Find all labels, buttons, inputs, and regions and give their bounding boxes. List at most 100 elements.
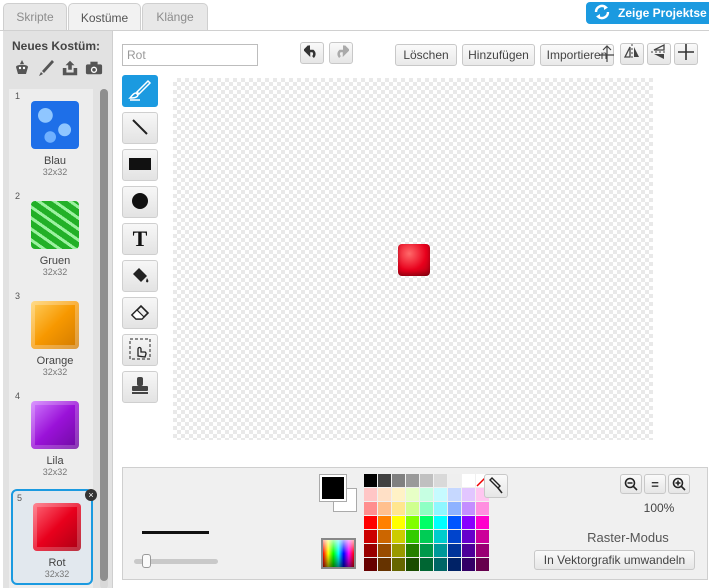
rectangle-tool[interactable] (122, 149, 158, 181)
convert-to-vector-button[interactable]: In Vektorgrafik umwandeln (534, 550, 695, 570)
scrollbar-thumb[interactable] (100, 89, 108, 581)
color-swatch[interactable] (406, 558, 419, 571)
color-swatch[interactable] (448, 558, 461, 571)
color-swatch[interactable] (420, 502, 433, 515)
upload-icon[interactable] (61, 59, 79, 77)
zoom-out-button[interactable] (620, 474, 642, 494)
color-swatch[interactable] (462, 558, 475, 571)
costume-item-lila[interactable]: 4 Lila 32x32 (11, 389, 93, 485)
color-swatch[interactable] (420, 544, 433, 557)
color-swatch[interactable] (434, 474, 447, 487)
color-swatch[interactable] (392, 516, 405, 529)
color-swatch[interactable] (392, 530, 405, 543)
fill-tool[interactable] (122, 260, 158, 292)
color-swatch[interactable] (476, 558, 489, 571)
costume-list-scrollbar[interactable] (100, 89, 108, 588)
stamp-tool[interactable] (122, 371, 158, 403)
ellipse-tool[interactable] (122, 186, 158, 218)
color-swatch[interactable] (434, 530, 447, 543)
color-swatch[interactable] (406, 474, 419, 487)
color-swatch[interactable] (448, 516, 461, 529)
color-swatch[interactable] (406, 488, 419, 501)
line-tool[interactable] (122, 112, 158, 144)
color-swatch[interactable] (406, 502, 419, 515)
color-swatch[interactable] (392, 488, 405, 501)
line-width-slider-handle[interactable] (142, 554, 151, 568)
color-swatch[interactable] (364, 516, 377, 529)
paint-canvas[interactable] (173, 78, 653, 440)
color-swatch[interactable] (364, 558, 377, 571)
color-swatch[interactable] (462, 544, 475, 557)
color-swatch[interactable] (364, 530, 377, 543)
color-swatch[interactable] (448, 488, 461, 501)
color-swatch[interactable] (448, 530, 461, 543)
color-swatch[interactable] (378, 516, 391, 529)
color-swatch[interactable] (406, 516, 419, 529)
color-swatch[interactable] (406, 530, 419, 543)
color-swatch[interactable] (406, 544, 419, 557)
color-swatch[interactable] (364, 488, 377, 501)
delete-costume-button[interactable]: × (85, 489, 97, 501)
tab-sounds[interactable]: Klänge (142, 3, 208, 30)
color-swatch[interactable] (448, 474, 461, 487)
color-swatch[interactable] (448, 502, 461, 515)
costume-item-blau[interactable]: 1 Blau 32x32 (11, 89, 93, 185)
color-swatch[interactable] (378, 544, 391, 557)
eyedropper-button[interactable] (484, 474, 508, 498)
color-swatch[interactable] (462, 516, 475, 529)
paintbrush-tool[interactable] (122, 75, 158, 107)
color-swatch[interactable] (462, 502, 475, 515)
flip-vertical-button[interactable] (647, 43, 671, 65)
eraser-tool[interactable] (122, 297, 158, 329)
costume-item-gruen[interactable]: 2 Gruen 32x32 (11, 189, 93, 285)
color-swatch[interactable] (378, 474, 391, 487)
flip-horizontal-button[interactable] (620, 43, 644, 65)
color-swatch[interactable] (420, 558, 433, 571)
color-swatch[interactable] (434, 502, 447, 515)
color-swatch[interactable] (392, 474, 405, 487)
color-swatch[interactable] (420, 488, 433, 501)
color-swatch[interactable] (476, 502, 489, 515)
select-tool[interactable] (122, 334, 158, 366)
zoom-reset-button[interactable]: = (644, 474, 666, 494)
color-swatch[interactable] (364, 544, 377, 557)
color-swatch[interactable] (378, 558, 391, 571)
color-swatch[interactable] (448, 544, 461, 557)
color-swatch[interactable] (462, 474, 475, 487)
costume-name-input[interactable] (122, 44, 258, 66)
color-swatch[interactable] (434, 544, 447, 557)
redo-button[interactable] (329, 42, 353, 64)
color-swatch[interactable] (364, 502, 377, 515)
color-swatch[interactable] (420, 530, 433, 543)
color-swatch[interactable] (420, 474, 433, 487)
color-swatch[interactable] (420, 516, 433, 529)
color-swatch[interactable] (392, 544, 405, 557)
color-swatch[interactable] (434, 516, 447, 529)
color-swatch[interactable] (364, 474, 377, 487)
color-swatch[interactable] (392, 502, 405, 515)
color-swatch[interactable] (434, 488, 447, 501)
add-center-button[interactable] (674, 43, 698, 65)
costume-item-orange[interactable]: 3 Orange 32x32 (11, 289, 93, 385)
canvas-sprite[interactable] (398, 244, 430, 276)
color-swatch[interactable] (462, 488, 475, 501)
undo-button[interactable] (300, 42, 324, 64)
color-spectrum-picker[interactable] (321, 538, 356, 569)
color-swatch[interactable] (476, 516, 489, 529)
costume-item-rot[interactable]: 5 Rot 32x32 × (11, 489, 97, 585)
primary-color-swatch[interactable] (320, 475, 346, 501)
color-swatch[interactable] (378, 502, 391, 515)
color-swatch[interactable] (392, 558, 405, 571)
paint-brush-icon[interactable] (37, 59, 55, 77)
add-button[interactable]: Hinzufügen (462, 44, 535, 66)
color-swatch[interactable] (462, 530, 475, 543)
tab-costumes[interactable]: Kostüme (68, 3, 141, 31)
set-costume-center-icon[interactable] (596, 43, 618, 65)
camera-icon[interactable] (85, 59, 103, 77)
color-swatch[interactable] (434, 558, 447, 571)
clear-button[interactable]: Löschen (395, 44, 457, 66)
color-swatch[interactable] (476, 530, 489, 543)
color-swatch[interactable] (378, 488, 391, 501)
sprite-library-icon[interactable] (13, 59, 31, 77)
color-swatch[interactable] (476, 544, 489, 557)
